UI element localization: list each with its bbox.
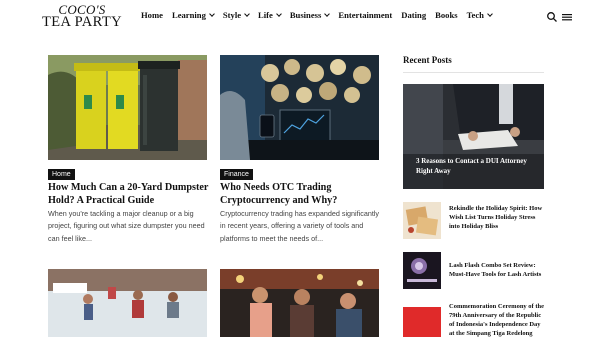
- post-title[interactable]: Lash Flash Combo Set Review: Must-Have T…: [449, 262, 547, 280]
- post-thumbnail[interactable]: [403, 307, 441, 337]
- post-thumbnail[interactable]: [403, 202, 441, 239]
- nav-item-style[interactable]: Style: [222, 10, 250, 20]
- featured-post-title[interactable]: 3 Reasons to Contact a DUI Attorney Righ…: [416, 156, 534, 176]
- nav-item-life[interactable]: Life: [258, 10, 282, 20]
- nav-label: Entertainment: [338, 10, 393, 20]
- nav-item-entertainment[interactable]: Entertainment: [338, 10, 392, 20]
- chevron-down-icon: [244, 10, 250, 17]
- article-excerpt: Cryptocurrency trading has expanded sign…: [220, 209, 380, 243]
- category-badge[interactable]: Home: [48, 169, 75, 180]
- post-title[interactable]: Commemoration Ceremony of the 79th Anniv…: [449, 303, 547, 337]
- celebration-image: [220, 269, 379, 337]
- nav-label: Business: [289, 10, 322, 20]
- red-flag-image: [403, 307, 441, 337]
- menu-button[interactable]: [561, 10, 573, 22]
- article-title[interactable]: Who Needs OTC Trading Cryptocurrency and…: [220, 182, 382, 207]
- nav-item-learning[interactable]: Learning: [171, 10, 215, 20]
- sidebar-heading: Recent Posts: [403, 55, 452, 65]
- nav-item-home[interactable]: Home: [141, 10, 163, 20]
- ice-skating-image: [48, 269, 207, 337]
- search-button[interactable]: [546, 10, 558, 22]
- site-header: COCO'S TEA PARTY Home Learning Style Lif…: [0, 0, 592, 32]
- chevron-down-icon: [324, 10, 331, 17]
- nav-label: Life: [258, 10, 273, 20]
- article-thumbnail-celebration[interactable]: [220, 269, 379, 337]
- holiday-cookies-image: [403, 202, 441, 239]
- crypto-trading-image: [220, 55, 379, 160]
- lash-tools-image: [403, 252, 441, 289]
- logo-text-bottom: TEA PARTY: [42, 14, 122, 30]
- site-logo[interactable]: COCO'S TEA PARTY: [33, 3, 131, 30]
- article-thumbnail-dumpster[interactable]: [48, 55, 207, 160]
- post-thumbnail[interactable]: [403, 252, 441, 289]
- nav-item-books[interactable]: Books: [435, 10, 457, 20]
- nav-item-business[interactable]: Business: [289, 10, 331, 20]
- search-icon: [547, 12, 557, 22]
- main-nav: Home Learning Style Life Business Entert…: [141, 10, 493, 20]
- nav-item-dating[interactable]: Dating: [401, 10, 426, 20]
- dumpster-image: [48, 55, 207, 160]
- article-thumbnail-crypto[interactable]: [220, 55, 379, 160]
- chevron-down-icon: [209, 10, 215, 17]
- nav-label: Dating: [401, 10, 427, 20]
- post-title[interactable]: Rekindle the Holiday Spirit: How Wish Li…: [449, 205, 547, 232]
- divider: [403, 72, 544, 73]
- nav-label: Home: [141, 10, 163, 20]
- chevron-down-icon: [487, 10, 493, 17]
- article-title[interactable]: How Much Can a 20-Yard Dumpster Hold? A …: [48, 182, 210, 207]
- chevron-down-icon: [275, 10, 282, 17]
- nav-label: Style: [222, 10, 242, 20]
- nav-label: Books: [435, 10, 458, 20]
- article-thumbnail-skating[interactable]: [48, 269, 207, 337]
- article-excerpt: When you're tackling a major cleanup or …: [48, 209, 205, 243]
- nav-item-tech[interactable]: Tech: [466, 10, 493, 20]
- nav-label: Tech: [466, 10, 484, 20]
- category-badge[interactable]: Finance: [220, 169, 253, 180]
- hamburger-menu-icon: [562, 14, 572, 21]
- nav-label: Learning: [171, 10, 206, 20]
